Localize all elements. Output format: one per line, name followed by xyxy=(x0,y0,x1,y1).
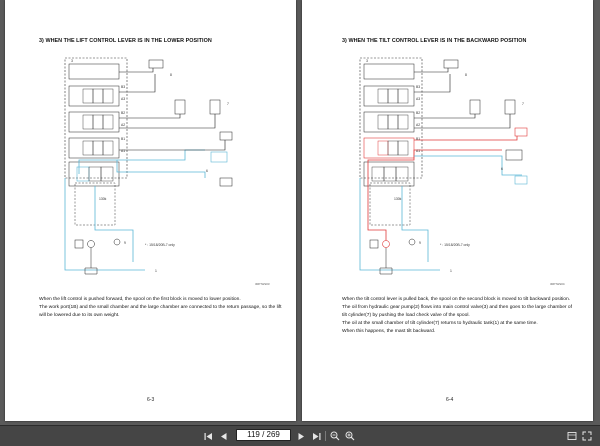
page-number-input[interactable]: 119 / 269 xyxy=(236,429,291,441)
paragraph: The oil at the small chamber of tilt cyl… xyxy=(342,320,538,326)
figure-code: 30P7HS04 xyxy=(550,282,565,286)
port-label: B2 xyxy=(121,111,125,115)
previous-page-icon[interactable] xyxy=(217,429,229,443)
page-number: 6-4 xyxy=(446,397,454,403)
callout-6: 6 xyxy=(501,167,503,171)
callout-8: 8 xyxy=(170,73,172,77)
port-label: A3 xyxy=(416,97,420,101)
port-label: A1 xyxy=(416,149,420,153)
port-label: A2 xyxy=(121,123,125,127)
callout-1: 1 xyxy=(450,269,452,273)
callout-6: 6 xyxy=(206,169,208,173)
callout-3: 3 xyxy=(71,59,73,63)
zoom-in-icon[interactable] xyxy=(344,429,356,443)
paragraph: When the tilt control lever is pulled ba… xyxy=(342,297,571,302)
model-note: * : 15/18/20B-7 only xyxy=(440,243,470,247)
callout-9: 9 xyxy=(124,241,126,245)
port-label: B2 xyxy=(416,111,420,115)
paragraph: The work port(1B) and the small chamber … xyxy=(39,304,282,318)
fit-page-icon[interactable] xyxy=(566,429,578,443)
callout-3: 3 xyxy=(366,59,368,63)
paragraph: When this happens, the mast tilt backwar… xyxy=(342,328,436,334)
valve-pressure-label: 130k xyxy=(394,197,402,201)
valve-pressure-label: 130k xyxy=(99,197,107,201)
callout-8: 8 xyxy=(465,73,467,77)
callout-1: 1 xyxy=(155,269,157,273)
next-page-icon[interactable] xyxy=(295,429,307,443)
toolbar-separator xyxy=(325,431,326,441)
port-label: A3 xyxy=(121,97,125,101)
paragraph: The oil from hydraulic gear pump(2) flow… xyxy=(342,304,572,318)
port-label: B3 xyxy=(121,85,125,89)
viewer-toolbar xyxy=(0,425,600,446)
document-page-left: 3) WHEN THE LIFT CONTROL LEVER IS IN THE… xyxy=(5,0,296,421)
port-label: B1 xyxy=(121,137,125,141)
model-note: * : 15/18/20B-7 only xyxy=(145,243,175,247)
callout-7: 7 xyxy=(522,102,524,106)
page-number: 6-3 xyxy=(147,397,155,403)
document-page-right: 3) WHEN THE TILT CONTROL LEVER IS IN THE… xyxy=(302,0,593,421)
callout-7: 7 xyxy=(227,102,229,106)
callout-9: 9 xyxy=(419,241,421,245)
hydraulic-circuit-diagram: 3 8 7 6 9 1 B3 A3 B2 A2 B1 A1 130k * : 1… xyxy=(64,57,270,286)
last-page-icon[interactable] xyxy=(310,429,322,443)
zoom-out-icon[interactable] xyxy=(329,429,341,443)
port-label: A2 xyxy=(416,123,420,127)
fullscreen-icon[interactable] xyxy=(581,429,593,443)
port-label: B1 xyxy=(416,137,420,141)
port-label: A1 xyxy=(121,149,125,153)
first-page-icon[interactable] xyxy=(202,429,214,443)
page-body-text: When the tilt control lever is pulled ba… xyxy=(342,296,574,336)
page-body-text: When the lift control is pushed forward,… xyxy=(39,296,285,320)
paragraph: When the lift control is pushed forward,… xyxy=(39,297,241,302)
hydraulic-circuit-diagram: 3 8 7 6 9 1 B3 A3 B2 A2 B1 A1 130k * : 1… xyxy=(359,57,565,286)
figure-code: 30P7HS03 xyxy=(255,282,270,286)
port-label: B3 xyxy=(416,85,420,89)
